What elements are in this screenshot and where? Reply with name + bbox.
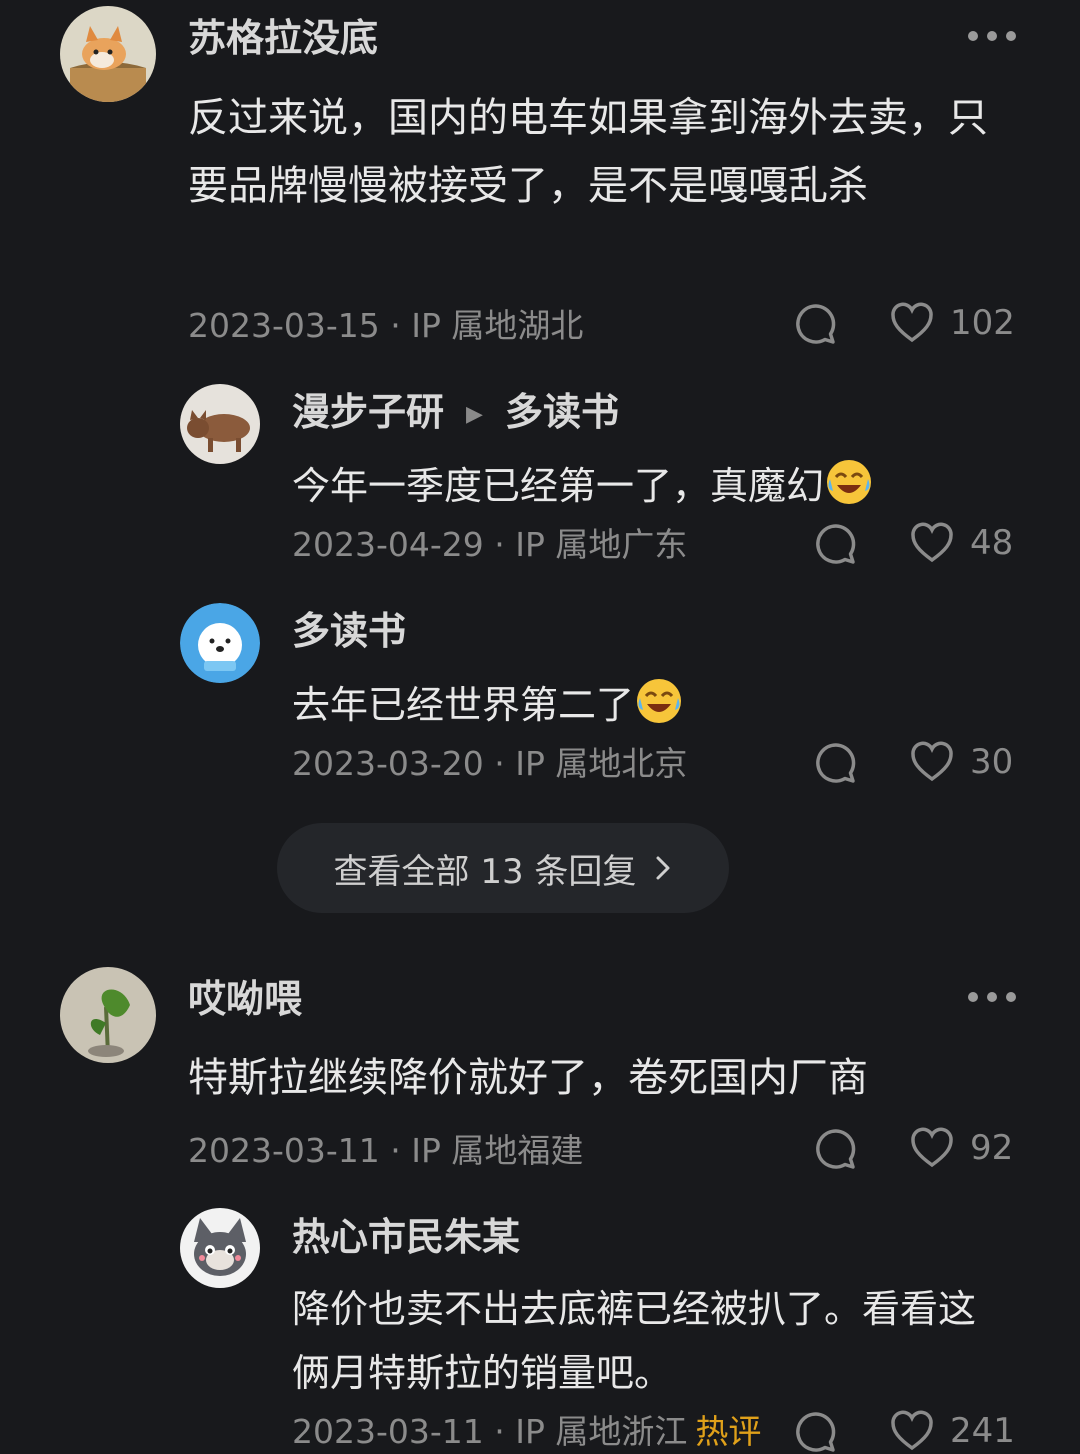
hot-comment-badge: 热评 (695, 1412, 762, 1451)
reply-text: 今年一季度已经第一了，真魔幻 (292, 454, 1012, 518)
plant-avatar-icon (60, 967, 156, 1063)
cry-laugh-emoji (637, 679, 682, 723)
reply-button[interactable] (814, 522, 858, 566)
avatar[interactable] (180, 1208, 260, 1288)
like-count: 92 (970, 1128, 1014, 1168)
reply-meta: 2023-03-20 · IP 属地北京 (292, 744, 688, 783)
more-options-icon[interactable] (968, 31, 1016, 41)
like-button[interactable]: 30 (910, 741, 1013, 783)
reply-meta: 2023-03-11 · IP 属地浙江 热评 (292, 1412, 761, 1452)
comment-bubble-icon (816, 743, 856, 783)
corgi-avatar-icon (60, 6, 156, 102)
avatar[interactable] (60, 6, 156, 102)
view-all-replies-button[interactable]: 查看全部 13 条回复 (277, 823, 729, 913)
comment-text: 特斯拉继续降价就好了，卷死国内厂商 (188, 1055, 868, 1101)
username[interactable]: 多读书 (292, 609, 406, 653)
reply-meta-text: 2023-03-11 · IP 属地浙江 (292, 1412, 688, 1451)
comment-bubble-icon (816, 524, 856, 564)
reply-text-content: 今年一季度已经第一了，真魔幻 (292, 464, 825, 508)
username[interactable]: 热心市民朱某 (292, 1215, 520, 1259)
heart-icon (911, 522, 953, 563)
like-count: 102 (950, 303, 1015, 343)
like-count: 30 (970, 742, 1014, 782)
like-button[interactable]: 241 (890, 1410, 1015, 1452)
reply-button[interactable] (794, 302, 838, 346)
comment-meta: 2023-03-11 · IP 属地福建 (188, 1131, 584, 1170)
chevron-right-icon (656, 856, 670, 880)
like-count: 48 (970, 523, 1014, 563)
username[interactable]: 漫步子研 ▶ 多读书 (292, 390, 619, 437)
reply-author[interactable]: 漫步子研 (292, 390, 444, 434)
comment-bubble-icon (796, 1412, 836, 1452)
comment-bubble-icon (796, 304, 836, 344)
username[interactable]: 苏格拉没底 (188, 16, 378, 60)
like-button[interactable]: 48 (910, 522, 1013, 564)
comment-bubble-icon (816, 1129, 856, 1169)
reply-target[interactable]: 多读书 (505, 390, 619, 434)
reply-text-content: 去年已经世界第二了 (292, 683, 635, 727)
heart-icon (891, 1410, 933, 1451)
avatar[interactable] (180, 603, 260, 683)
comment-meta: 2023-03-15 · IP 属地湖北 (188, 306, 584, 345)
username[interactable]: 哎呦喂 (188, 977, 302, 1021)
heart-icon (911, 1127, 953, 1168)
comment-text: 反过来说，国内的电车如果拿到海外去卖，只要品牌慢慢被接受了，是不是嘎嘎乱杀 (188, 95, 988, 209)
snow-dog-avatar-icon (180, 603, 260, 683)
like-button[interactable]: 92 (910, 1127, 1013, 1169)
wolf-avatar-icon (180, 1208, 260, 1288)
more-options-icon[interactable] (968, 992, 1016, 1002)
reply-arrow-icon: ▶ (466, 401, 483, 427)
cry-laugh-emoji (827, 460, 872, 504)
view-all-label: 查看全部 13 条回复 (333, 851, 637, 892)
reply-button[interactable] (814, 1127, 858, 1171)
reply-meta: 2023-04-29 · IP 属地广东 (292, 525, 688, 564)
like-button[interactable]: 102 (890, 302, 1015, 344)
avatar[interactable] (60, 967, 156, 1063)
heart-icon (911, 741, 953, 782)
reply-text: 去年已经世界第二了 (292, 673, 1012, 737)
reply-button[interactable] (814, 741, 858, 785)
reply-button[interactable] (794, 1410, 838, 1454)
reply-text: 降价也卖不出去底裤已经被扒了。看看这俩月特斯拉的销量吧。 (292, 1287, 977, 1395)
heart-icon (891, 302, 933, 343)
avatar[interactable] (180, 384, 260, 464)
cat-avatar-icon (180, 384, 260, 464)
like-count: 241 (950, 1411, 1015, 1451)
